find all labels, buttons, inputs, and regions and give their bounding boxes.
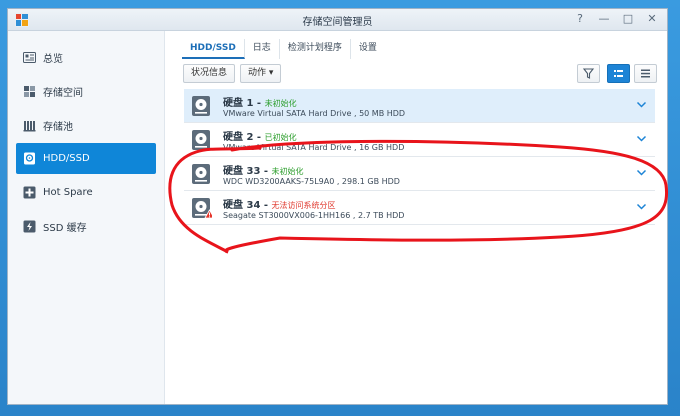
chevron-down-icon[interactable]	[636, 99, 647, 110]
toolbar: 状况信息 动作 ▾	[183, 64, 657, 84]
close-button[interactable]: ✕	[645, 12, 659, 26]
disk-status: 未初始化	[264, 99, 297, 108]
window-title: 存储空间管理员	[302, 17, 373, 28]
sidebar-item-ssd-cache[interactable]: SSD 缓存	[16, 211, 156, 242]
ssd-cache-icon	[23, 220, 36, 233]
minimize-button[interactable]: —	[597, 12, 611, 26]
disk-title: 硬盘 33 - 未初始化	[223, 166, 304, 177]
disk-row[interactable]: 硬盘 34 - 无法访问系统分区 Seagate ST3000VX006-1HH…	[184, 191, 655, 225]
overview-icon	[23, 52, 36, 63]
disk-description: Seagate ST3000VX006-1HH166 , 2.7 TB HDD	[223, 211, 405, 220]
tab-hdd-ssd[interactable]: HDD/SSD	[182, 39, 245, 59]
action-dropdown-button[interactable]: 动作 ▾	[240, 64, 282, 83]
storage-manager-window: 存储空间管理员 ? — □ ✕ 总览 存储空间 存储池 HDD/SSD Hot …	[7, 8, 668, 405]
hot-spare-icon	[23, 186, 36, 199]
sidebar-item-label: HDD/SSD	[43, 153, 90, 164]
storage-pool-icon	[23, 121, 36, 132]
tab-log[interactable]: 日志	[245, 39, 280, 59]
filter-button[interactable]	[577, 64, 600, 83]
disk-description: VMware Virtual SATA Hard Drive , 16 GB H…	[223, 143, 405, 152]
hard-disk-icon	[192, 96, 210, 116]
sidebar-item-volume[interactable]: 存储空间	[16, 76, 156, 107]
sidebar-item-overview[interactable]: 总览	[16, 42, 156, 73]
disk-status: 未初始化	[271, 167, 304, 176]
maximize-button[interactable]: □	[621, 12, 635, 26]
disk-description: WDC WD3200AAKS-75L9A0 , 298.1 GB HDD	[223, 177, 400, 186]
sidebar-item-label: SSD 缓存	[43, 223, 87, 234]
disk-title: 硬盘 2 - 已初始化	[223, 132, 297, 143]
chevron-down-icon[interactable]	[636, 133, 647, 144]
disk-name: 硬盘 34	[223, 200, 261, 211]
list-view-button[interactable]	[607, 64, 630, 83]
disk-row[interactable]: 硬盘 33 - 未初始化 WDC WD3200AAKS-75L9A0 , 298…	[184, 157, 655, 191]
chevron-down-icon[interactable]	[636, 167, 647, 178]
title-bar[interactable]: 存储空间管理员 ? — □ ✕	[8, 9, 667, 31]
sidebar-item-label: 存储池	[43, 122, 73, 133]
disk-row[interactable]: 硬盘 1 - 未初始化 VMware Virtual SATA Hard Dri…	[184, 89, 655, 123]
hard-disk-icon	[192, 198, 212, 219]
health-info-button[interactable]: 状况信息	[183, 64, 236, 83]
disk-status: 无法访问系统分区	[271, 201, 336, 210]
detail-view-button[interactable]	[634, 64, 657, 83]
list-view-icon	[614, 70, 623, 77]
tab-bar: HDD/SSD 日志 检测计划程序 设置	[182, 39, 385, 59]
sidebar-item-hot-spare[interactable]: Hot Spare	[16, 177, 156, 208]
tab-settings[interactable]: 设置	[351, 39, 385, 59]
disk-status: 已初始化	[264, 133, 297, 142]
sidebar-item-label: Hot Spare	[43, 187, 93, 198]
volume-icon	[24, 86, 35, 97]
detail-view-icon	[641, 69, 650, 78]
filter-icon	[582, 68, 595, 79]
disk-name: 硬盘 2	[223, 132, 254, 143]
disk-name: 硬盘 33	[223, 166, 261, 177]
hard-disk-icon	[192, 130, 210, 150]
hard-disk-icon	[192, 164, 210, 184]
main-panel: HDD/SSD 日志 检测计划程序 设置 状况信息 动作 ▾ 硬盘 1 - 未初…	[174, 31, 667, 404]
sidebar-item-storage-pool[interactable]: 存储池	[16, 110, 156, 141]
help-button[interactable]: ?	[573, 12, 587, 26]
disk-icon	[24, 152, 35, 165]
disk-title: 硬盘 34 - 无法访问系统分区	[223, 200, 336, 211]
tab-test-scheduler[interactable]: 检测计划程序	[280, 39, 351, 59]
sidebar: 总览 存储空间 存储池 HDD/SSD Hot Spare SSD 缓存	[8, 31, 165, 404]
sidebar-item-label: 存储空间	[43, 88, 83, 99]
disk-title: 硬盘 1 - 未初始化	[223, 98, 297, 109]
sidebar-item-hdd-ssd[interactable]: HDD/SSD	[16, 143, 156, 174]
disk-description: VMware Virtual SATA Hard Drive , 50 MB H…	[223, 109, 406, 118]
disk-name: 硬盘 1	[223, 98, 254, 109]
disk-list: 硬盘 1 - 未初始化 VMware Virtual SATA Hard Dri…	[184, 89, 655, 225]
sidebar-item-label: 总览	[43, 54, 63, 65]
disk-row[interactable]: 硬盘 2 - 已初始化 VMware Virtual SATA Hard Dri…	[184, 123, 655, 157]
chevron-down-icon[interactable]	[636, 201, 647, 212]
